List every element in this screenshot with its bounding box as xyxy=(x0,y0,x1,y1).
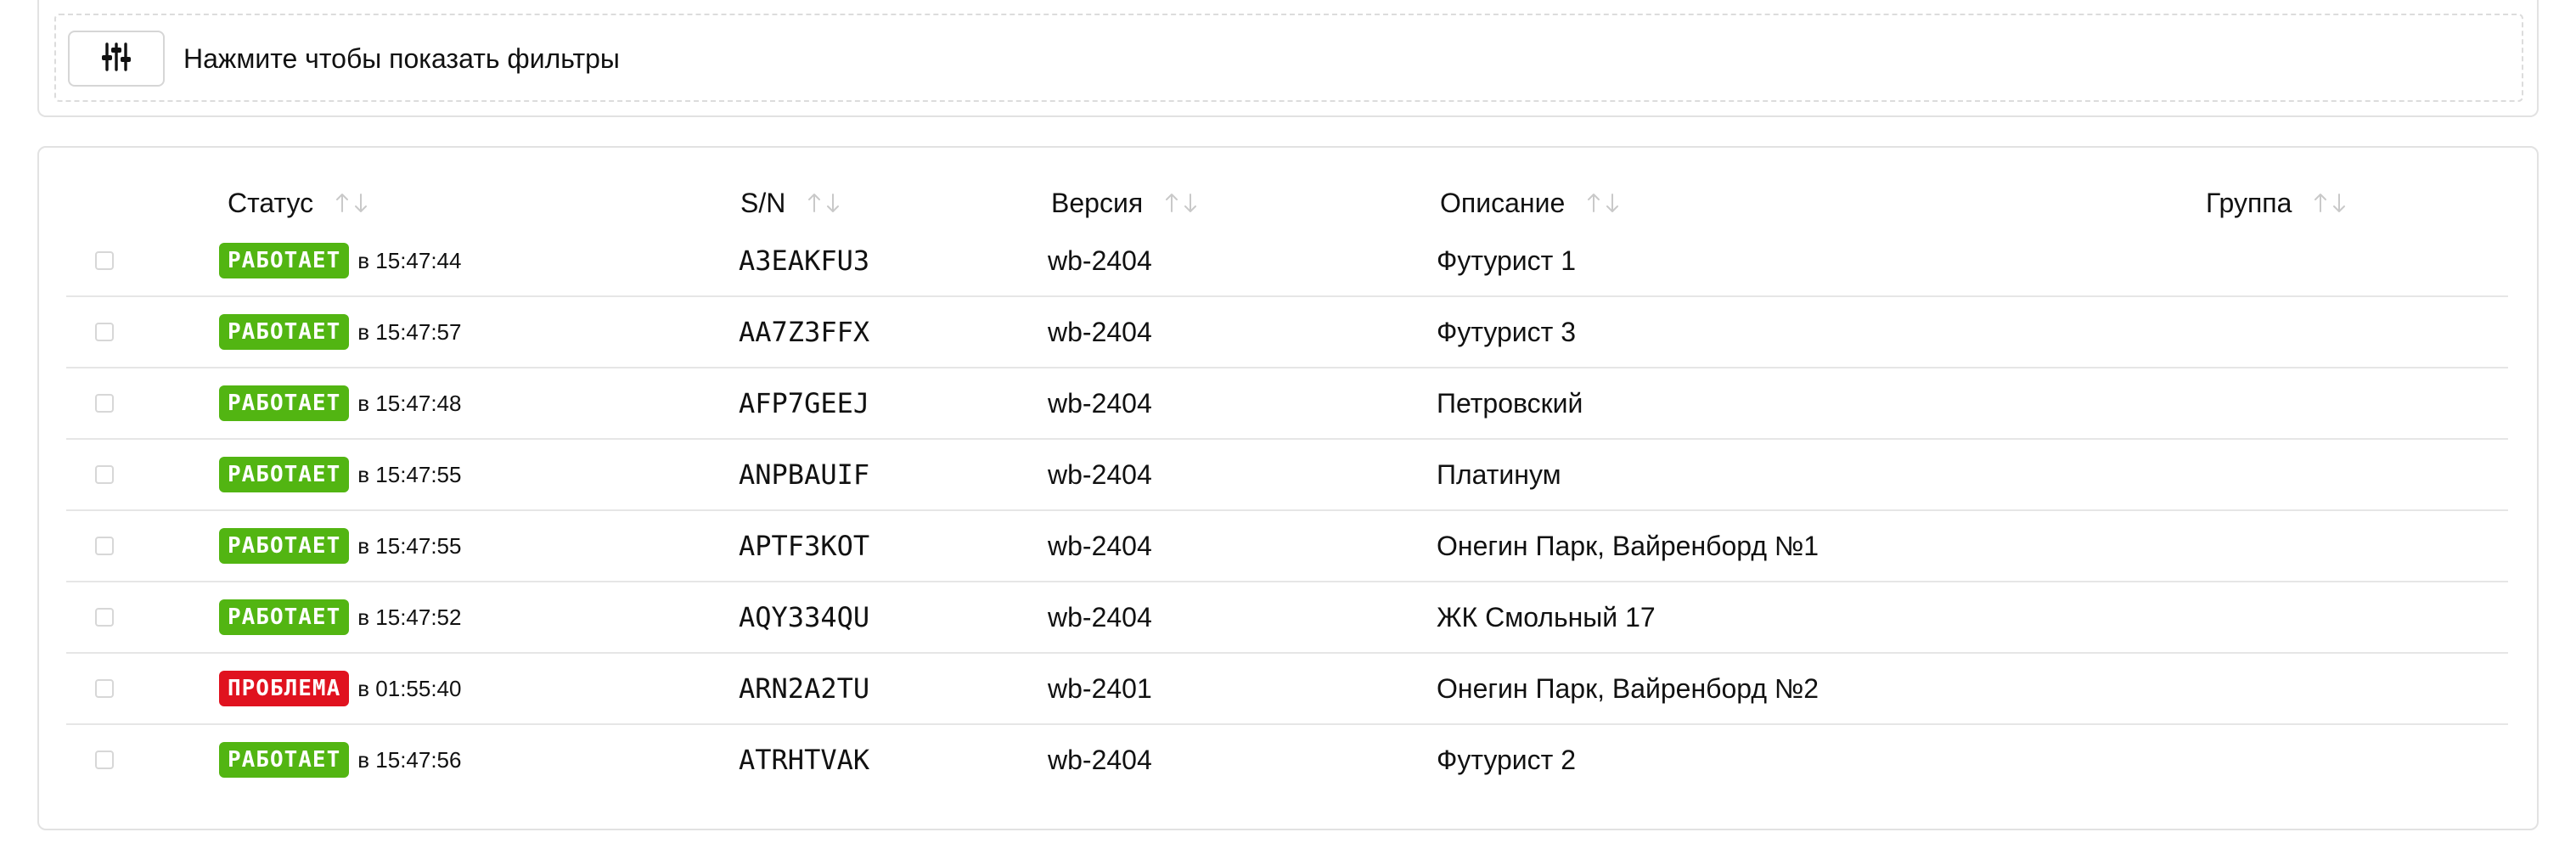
serial-number-cell: ARN2A2TU xyxy=(739,672,870,705)
sort-down-icon[interactable] xyxy=(354,193,368,213)
column-header-group[interactable]: Группа xyxy=(2206,182,2346,224)
description-cell: Онегин Парк, Вайренборд №2 xyxy=(1437,672,1819,704)
row-checkbox[interactable] xyxy=(95,608,114,627)
status-badge: РАБОТАЕТ xyxy=(219,457,350,492)
row-checkbox[interactable] xyxy=(95,394,114,413)
status-time: в 15:47:55 xyxy=(357,532,462,559)
row-checkbox[interactable] xyxy=(95,465,114,484)
devices-table: Статус S/N Версия Описание Группа РАБОТАЕТ в … xyxy=(37,146,2539,830)
column-header-label: Группа xyxy=(2206,187,2292,218)
serial-number-cell: AA7Z3FFX xyxy=(739,316,870,348)
status-cell: РАБОТАЕТ в 15:47:56 xyxy=(219,725,461,795)
version-cell: wb-2401 xyxy=(1048,672,1152,704)
description-cell: Платинум xyxy=(1437,458,1561,490)
row-checkbox[interactable] xyxy=(95,251,114,270)
serial-number-cell: A3EAKFU3 xyxy=(739,245,870,277)
serial-number-cell: ATRHTVAK xyxy=(739,744,870,776)
sort-up-icon[interactable] xyxy=(335,193,349,213)
status-time: в 15:47:55 xyxy=(357,461,462,487)
sort-up-icon[interactable] xyxy=(2314,193,2327,213)
serial-number-cell: APTF3KOT xyxy=(739,530,870,562)
status-badge: РАБОТАЕТ xyxy=(219,599,350,635)
column-header-label: Версия xyxy=(1051,187,1144,218)
status-cell: РАБОТАЕТ в 15:47:52 xyxy=(219,582,461,652)
table-row[interactable]: РАБОТАЕТ в 15:47:48 AFP7GEEJ wb-2404 Петровс… xyxy=(66,368,2508,440)
sort-up-icon[interactable] xyxy=(1587,193,1600,213)
status-badge: РАБОТАЕТ xyxy=(219,243,350,278)
column-header-sn[interactable]: S/N xyxy=(740,182,840,224)
status-cell: РАБОТАЕТ в 15:47:55 xyxy=(219,440,461,509)
table-row[interactable]: РАБОТАЕТ в 15:47:57 AA7Z3FFX wb-2404 Футурис… xyxy=(66,297,2508,368)
sort-arrows-icon[interactable] xyxy=(335,193,368,213)
sort-arrows-icon[interactable] xyxy=(807,193,840,213)
status-time: в 15:47:52 xyxy=(357,604,462,630)
status-cell: РАБОТАЕТ в 15:47:55 xyxy=(219,511,461,581)
table-row[interactable]: ПРОБЛЕМА в 01:55:40 ARN2A2TU wb-2401 Онегин … xyxy=(66,654,2508,725)
status-badge: РАБОТАЕТ xyxy=(219,528,350,564)
row-checkbox[interactable] xyxy=(95,323,114,341)
status-time: в 15:47:56 xyxy=(357,746,462,773)
table-row[interactable]: РАБОТАЕТ в 15:47:55 APTF3KOT wb-2404 Онегин … xyxy=(66,511,2508,582)
row-checkbox[interactable] xyxy=(95,751,114,769)
description-cell: Футурист 1 xyxy=(1437,245,1576,276)
version-cell: wb-2404 xyxy=(1048,744,1152,775)
status-cell: РАБОТАЕТ в 15:47:57 xyxy=(219,297,461,367)
serial-number-cell: AFP7GEEJ xyxy=(739,387,870,419)
description-cell: Петровский xyxy=(1437,387,1583,419)
status-badge: РАБОТАЕТ xyxy=(219,742,350,778)
filter-panel: Нажмите чтобы показать фильтры xyxy=(37,0,2539,117)
sort-down-icon[interactable] xyxy=(1184,193,1197,213)
row-checkbox[interactable] xyxy=(95,537,114,555)
version-cell: wb-2404 xyxy=(1048,458,1152,490)
version-cell: wb-2404 xyxy=(1048,601,1152,633)
sort-up-icon[interactable] xyxy=(1165,193,1178,213)
table-row[interactable]: РАБОТАЕТ в 15:47:52 AQY334QU wb-2404 ЖК Смол… xyxy=(66,582,2508,654)
sort-down-icon[interactable] xyxy=(826,193,840,213)
status-time: в 15:47:44 xyxy=(357,247,462,273)
status-badge: РАБОТАЕТ xyxy=(219,314,350,350)
row-checkbox[interactable] xyxy=(95,679,114,698)
sort-down-icon[interactable] xyxy=(2332,193,2346,213)
table-row[interactable]: РАБОТАЕТ в 15:47:44 A3EAKFU3 wb-2404 Футурис… xyxy=(66,226,2508,297)
description-cell: ЖК Смольный 17 xyxy=(1437,601,1656,633)
description-cell: Футурист 2 xyxy=(1437,744,1576,775)
column-header-description[interactable]: Описание xyxy=(1440,182,1619,224)
serial-number-cell: ANPBAUIF xyxy=(739,458,870,491)
status-cell: ПРОБЛЕМА в 01:55:40 xyxy=(219,654,461,723)
version-cell: wb-2404 xyxy=(1048,530,1152,561)
version-cell: wb-2404 xyxy=(1048,316,1152,347)
column-header-status[interactable]: Статус xyxy=(228,182,368,224)
column-header-version[interactable]: Версия xyxy=(1051,182,1197,224)
column-header-label: S/N xyxy=(740,187,786,218)
status-badge: РАБОТАЕТ xyxy=(219,385,350,421)
filter-toggle-area[interactable]: Нажмите чтобы показать фильтры xyxy=(54,14,2523,102)
column-header-label: Описание xyxy=(1440,187,1566,218)
filter-toggle-label[interactable]: Нажмите чтобы показать фильтры xyxy=(183,43,620,74)
sort-down-icon[interactable] xyxy=(1606,193,1619,213)
description-cell: Футурист 3 xyxy=(1437,316,1576,347)
table-row[interactable]: РАБОТАЕТ в 15:47:55 ANPBAUIF wb-2404 Платину… xyxy=(66,440,2508,511)
status-badge: ПРОБЛЕМА xyxy=(219,671,350,706)
filter-toggle-button[interactable] xyxy=(68,31,165,87)
sort-arrows-icon[interactable] xyxy=(2314,193,2346,213)
table-row[interactable]: РАБОТАЕТ в 15:47:56 ATRHTVAK wb-2404 Футурис… xyxy=(66,725,2508,796)
version-cell: wb-2404 xyxy=(1048,245,1152,276)
status-cell: РАБОТАЕТ в 15:47:48 xyxy=(219,368,461,438)
status-cell: РАБОТАЕТ в 15:47:44 xyxy=(219,226,461,295)
status-time: в 15:47:48 xyxy=(357,390,462,416)
sliders-icon xyxy=(99,40,133,78)
version-cell: wb-2404 xyxy=(1048,387,1152,419)
serial-number-cell: AQY334QU xyxy=(739,601,870,633)
status-time: в 15:47:57 xyxy=(357,318,462,345)
description-cell: Онегин Парк, Вайренборд №1 xyxy=(1437,530,1819,561)
status-time: в 01:55:40 xyxy=(357,675,462,701)
sort-arrows-icon[interactable] xyxy=(1165,193,1197,213)
sort-arrows-icon[interactable] xyxy=(1587,193,1619,213)
sort-up-icon[interactable] xyxy=(807,193,821,213)
column-header-label: Статус xyxy=(228,187,314,218)
